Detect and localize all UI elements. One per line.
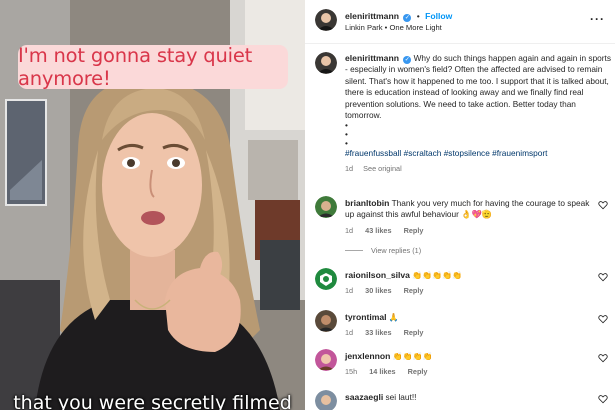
caption-text: Why do such things happen again and agai… — [345, 53, 612, 121]
follow-button[interactable]: Follow — [425, 11, 452, 21]
commenter-avatar[interactable] — [315, 310, 337, 332]
audio-track-link[interactable]: Linkin Park • One More Light — [345, 23, 442, 32]
comment-text: sei laut!! — [385, 392, 417, 402]
comment-meta: 1d 43 likes Reply — [345, 225, 590, 236]
comment-age: 1d — [345, 225, 354, 235]
video-subtitle: that you were secretly filmed — [13, 392, 292, 410]
comment-meta: 1d 33 likes Reply — [345, 327, 590, 338]
comment-text: 👏👏👏👏 — [392, 352, 433, 361]
commenter-avatar[interactable] — [315, 268, 337, 290]
heart-icon[interactable] — [598, 272, 608, 282]
comment-meta: 15h 14 likes Reply — [345, 366, 590, 377]
caption-meta: 1d See original — [345, 163, 611, 174]
comment-body: raionilson_silva 👏👏👏👏👏 1d 30 likes Reply — [345, 270, 590, 297]
reply-button[interactable]: Reply — [404, 226, 424, 235]
reply-button[interactable]: Reply — [404, 286, 424, 295]
reel-video[interactable]: I'm not gonna stay quiet anymore! that y… — [0, 0, 305, 410]
caption-age: 1d — [345, 163, 354, 173]
reply-button[interactable]: Reply — [404, 328, 424, 337]
author-avatar[interactable] — [315, 9, 337, 31]
author-username[interactable]: elenirittmann — [345, 11, 399, 21]
video-quote-caption: I'm not gonna stay quiet anymore! — [18, 44, 288, 90]
verified-badge-icon: ✓ — [403, 14, 412, 22]
verified-badge-icon: ✓ — [403, 56, 412, 64]
comment-username[interactable]: raionilson_silva — [345, 270, 410, 280]
post-panel: elenirittmann ✓ • Follow Linkin Park • O… — [305, 0, 615, 410]
caption-bullet: • — [345, 138, 348, 149]
commenter-avatar[interactable] — [315, 349, 337, 371]
caption-author-username[interactable]: elenirittmann — [345, 53, 399, 63]
comment-likes[interactable]: 33 likes — [365, 328, 391, 337]
comment-body: brianltobin Thank you very much for havi… — [345, 198, 590, 236]
heart-icon[interactable] — [598, 353, 608, 363]
comment-username[interactable]: tyrontimal — [345, 312, 387, 322]
comment-likes[interactable]: 14 likes — [369, 367, 395, 376]
reply-button[interactable]: Reply — [408, 367, 428, 376]
caption-bullet: • — [345, 129, 348, 140]
caption-body: elenirittmann ✓ Why do such things happe… — [345, 53, 611, 174]
caption-hashtags[interactable]: #frauenfussball #scraltach #stopsilence … — [345, 148, 611, 159]
heart-icon[interactable] — [598, 314, 608, 324]
more-horizontal-icon[interactable]: ··· — [590, 12, 605, 26]
comment-username[interactable]: brianltobin — [345, 198, 389, 208]
comment-username[interactable]: saazaegli — [345, 392, 383, 402]
comment-age: 1d — [345, 286, 354, 296]
comment-likes[interactable]: 30 likes — [365, 286, 391, 295]
caption-bullet: • — [345, 120, 348, 131]
commenter-avatar[interactable] — [315, 390, 337, 410]
comment-username[interactable]: jenxlennon — [345, 351, 390, 361]
comment-meta: 1d 30 likes Reply — [345, 285, 590, 296]
comment-age: 15h — [345, 367, 358, 377]
heart-icon[interactable] — [598, 394, 608, 404]
caption-author-avatar[interactable] — [315, 52, 337, 74]
divider-line — [345, 250, 363, 251]
separator-dot: • — [416, 11, 420, 21]
post-header: elenirittmann ✓ • Follow Linkin Park • O… — [305, 0, 615, 44]
view-replies-button[interactable]: View replies (1) — [345, 246, 421, 255]
see-original-link[interactable]: See original — [363, 164, 402, 173]
comment-body: saazaegli sei laut!! — [345, 392, 590, 403]
view-replies-label[interactable]: View replies (1) — [371, 246, 421, 255]
comment-body: jenxlennon 👏👏👏👏 15h 14 likes Reply — [345, 351, 590, 378]
heart-icon[interactable] — [598, 200, 608, 210]
header-author-line: elenirittmann ✓ • Follow — [345, 11, 452, 22]
comment-body: tyrontimal 🙏 1d 33 likes Reply — [345, 312, 590, 339]
comment-age: 1d — [345, 328, 354, 338]
comment-likes[interactable]: 43 likes — [365, 226, 391, 235]
comment-text: 👏👏👏👏👏 — [412, 271, 463, 280]
comment-text: 🙏 — [388, 313, 399, 322]
commenter-avatar[interactable] — [315, 196, 337, 218]
